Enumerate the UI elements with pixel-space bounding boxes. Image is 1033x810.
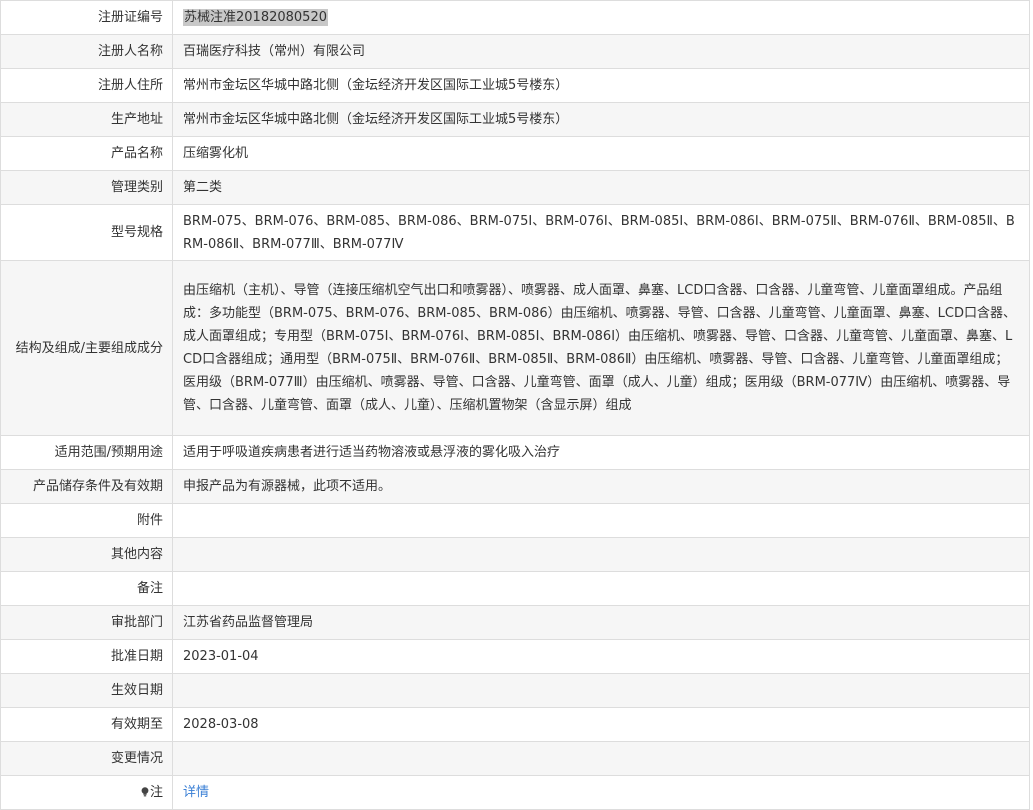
row-intended-use: 适用范围/预期用途 适用于呼吸道疾病患者进行适当药物溶液或悬浮液的雾化吸入治疗	[0, 435, 1030, 470]
label-registrant-address: 注册人住所	[0, 68, 173, 103]
label-note: 注	[149, 785, 163, 800]
label-registration-number: 注册证编号	[0, 0, 173, 35]
value-approval-date: 2023-01-04	[172, 639, 1030, 674]
value-other-content	[172, 537, 1030, 572]
row-approval-date: 批准日期 2023-01-04	[0, 639, 1030, 674]
row-production-address: 生产地址 常州市金坛区华城中路北侧（金坛经济开发区国际工业城5号楼东）	[0, 102, 1030, 137]
value-model-spec: BRM-075、BRM-076、BRM-085、BRM-086、BRM-075Ⅰ…	[172, 204, 1030, 261]
row-structure-composition: 结构及组成/主要组成成分 由压缩机（主机）、导管（连接压缩机空气出口和喷雾器）、…	[0, 260, 1030, 436]
value-production-address: 常州市金坛区华城中路北侧（金坛经济开发区国际工业城5号楼东）	[172, 102, 1030, 137]
label-effective-date: 生效日期	[0, 673, 173, 708]
value-storage-validity: 申报产品为有源器械，此项不适用。	[172, 469, 1030, 504]
label-other-content: 其他内容	[0, 537, 173, 572]
value-registrant-name: 百瑞医疗科技（常州）有限公司	[172, 34, 1030, 69]
row-registrant-name: 注册人名称 百瑞医疗科技（常州）有限公司	[0, 34, 1030, 69]
row-product-name: 产品名称 压缩雾化机	[0, 136, 1030, 171]
row-registration-number: 注册证编号 苏械注准20182080520	[0, 0, 1030, 35]
value-approval-department: 江苏省药品监督管理局	[172, 605, 1030, 640]
lightbulb-icon	[141, 787, 149, 797]
label-registrant-name: 注册人名称	[0, 34, 173, 69]
value-intended-use: 适用于呼吸道疾病患者进行适当药物溶液或悬浮液的雾化吸入治疗	[172, 435, 1030, 470]
row-valid-until: 有效期至 2028-03-08	[0, 707, 1030, 742]
row-remarks: 备注	[0, 571, 1030, 606]
value-effective-date	[172, 673, 1030, 708]
label-attachment: 附件	[0, 503, 173, 538]
row-registrant-address: 注册人住所 常州市金坛区华城中路北侧（金坛经济开发区国际工业城5号楼东）	[0, 68, 1030, 103]
value-registration-number-cell: 苏械注准20182080520	[172, 0, 1030, 35]
row-approval-department: 审批部门 江苏省药品监督管理局	[0, 605, 1030, 640]
row-other-content: 其他内容	[0, 537, 1030, 572]
value-attachment	[172, 503, 1030, 538]
label-intended-use: 适用范围/预期用途	[0, 435, 173, 470]
detail-link[interactable]: 详情	[183, 785, 209, 800]
label-storage-validity: 产品储存条件及有效期	[0, 469, 173, 504]
value-valid-until: 2028-03-08	[172, 707, 1030, 742]
row-effective-date: 生效日期	[0, 673, 1030, 708]
row-management-category: 管理类别 第二类	[0, 170, 1030, 205]
row-model-spec: 型号规格 BRM-075、BRM-076、BRM-085、BRM-086、BRM…	[0, 204, 1030, 261]
label-product-name: 产品名称	[0, 136, 173, 171]
label-note-cell: 注	[0, 775, 173, 810]
row-note: 注 详情	[0, 775, 1030, 810]
label-production-address: 生产地址	[0, 102, 173, 137]
row-change-status: 变更情况	[0, 741, 1030, 776]
value-product-name: 压缩雾化机	[172, 136, 1030, 171]
label-approval-department: 审批部门	[0, 605, 173, 640]
label-change-status: 变更情况	[0, 741, 173, 776]
value-change-status	[172, 741, 1030, 776]
value-structure-composition: 由压缩机（主机）、导管（连接压缩机空气出口和喷雾器）、喷雾器、成人面罩、鼻塞、L…	[172, 260, 1030, 436]
label-approval-date: 批准日期	[0, 639, 173, 674]
value-remarks	[172, 571, 1030, 606]
label-management-category: 管理类别	[0, 170, 173, 205]
value-note-cell: 详情	[172, 775, 1030, 810]
registration-info-table: 注册证编号 苏械注准20182080520 注册人名称 百瑞医疗科技（常州）有限…	[0, 0, 1030, 810]
value-management-category: 第二类	[172, 170, 1030, 205]
label-valid-until: 有效期至	[0, 707, 173, 742]
label-remarks: 备注	[0, 571, 173, 606]
label-model-spec: 型号规格	[0, 204, 173, 261]
value-registration-number[interactable]: 苏械注准20182080520	[183, 9, 328, 26]
value-registrant-address: 常州市金坛区华城中路北侧（金坛经济开发区国际工业城5号楼东）	[172, 68, 1030, 103]
row-attachment: 附件	[0, 503, 1030, 538]
row-storage-validity: 产品储存条件及有效期 申报产品为有源器械，此项不适用。	[0, 469, 1030, 504]
label-structure-composition: 结构及组成/主要组成成分	[0, 260, 173, 436]
